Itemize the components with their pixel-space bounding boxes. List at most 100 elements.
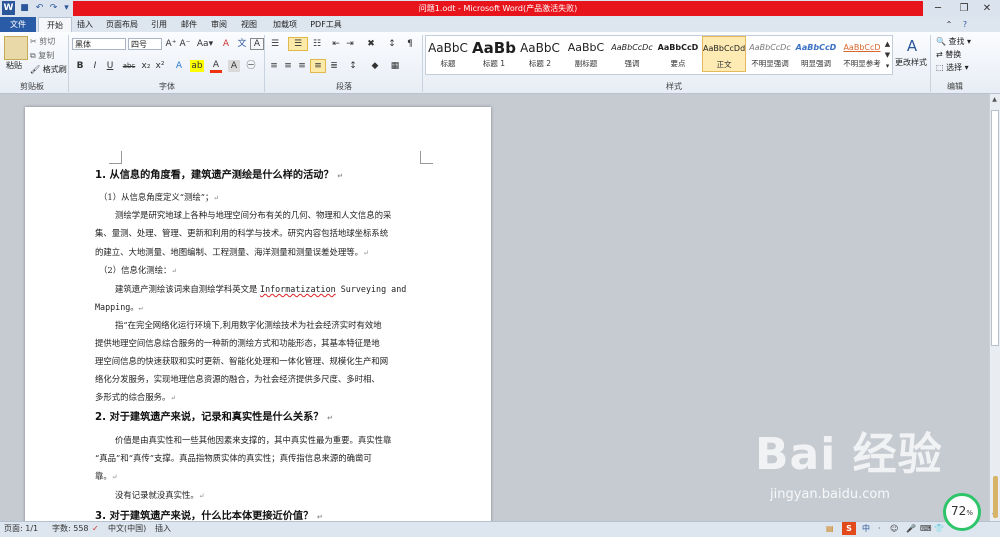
scroll-thumb[interactable] bbox=[991, 110, 999, 346]
style-subtitle[interactable]: AaBbC 副标题 bbox=[564, 36, 608, 72]
view-print-layout-icon[interactable]: ▤ bbox=[826, 522, 834, 535]
ribbon-collapse-icon[interactable]: ⌃ bbox=[942, 17, 956, 32]
enclose-characters-icon[interactable]: ㊀ bbox=[244, 60, 258, 72]
change-styles-button[interactable]: 更改样式 bbox=[895, 57, 927, 68]
proofing-icon[interactable]: ✓ bbox=[92, 522, 99, 535]
paragraph-line[interactable]: 靠。↵ bbox=[95, 470, 118, 483]
chinese-layout-icon[interactable]: ✖ bbox=[364, 38, 378, 50]
font-color-button[interactable]: A bbox=[210, 60, 222, 73]
paragraph-line[interactable]: 集、量测、处理、管理、更新和利用的科学与技术。研究内容包括地球坐标系统 bbox=[95, 227, 388, 239]
font-name-combo[interactable]: 黑体 bbox=[72, 38, 126, 50]
underline-button[interactable]: U bbox=[104, 60, 116, 72]
paragraph-line[interactable]: 多形式的综合服务。↵ bbox=[95, 391, 176, 404]
misspelled-term[interactable]: Informatization bbox=[260, 284, 336, 294]
character-border-icon[interactable]: A bbox=[250, 38, 264, 50]
cut-button[interactable]: ✂ 剪切 bbox=[30, 36, 55, 47]
paragraph-line[interactable]: 的建立、大地测量、地图编制、工程测量、海洋测量和测量误差处理等。↵ bbox=[95, 246, 369, 259]
ime-skin-icon[interactable]: 👕 bbox=[934, 522, 944, 535]
paragraph-line[interactable]: 建筑遗产测绘该词来自测绘学科英文是 Informatization Survey… bbox=[115, 283, 406, 295]
word-count[interactable]: 字数: 558 bbox=[52, 522, 89, 535]
style-title[interactable]: AaBbC 标题 bbox=[426, 36, 470, 72]
paragraph-line[interactable]: 测绘学是研究地球上各种与地理空间分布有关的几何、物理和人文信息的采 bbox=[115, 209, 391, 221]
paragraph-line[interactable]: 没有记录就没真实性。↵ bbox=[115, 489, 205, 502]
style-strong[interactable]: AaBbCcD 要点 bbox=[656, 36, 700, 72]
paragraph-line[interactable]: 提供地理空间信息综合服务的一种新的测绘方式和功能形态，其基本特征是地 bbox=[95, 337, 380, 349]
paragraph-line[interactable]: 络化分发服务，实现地理信息资源的融合，为社会经济提供多尺度、多时相、 bbox=[95, 373, 380, 385]
tab-mailings[interactable]: 邮件 bbox=[176, 17, 202, 32]
subscript-button[interactable]: x₂ bbox=[140, 60, 152, 72]
grow-font-icon[interactable]: A⁺ bbox=[165, 38, 177, 50]
undo-icon[interactable]: ↶ bbox=[33, 1, 46, 15]
tab-references[interactable]: 引用 bbox=[146, 17, 172, 32]
highlight-color-button[interactable]: ab bbox=[190, 60, 204, 72]
numbering-icon[interactable]: ☰ bbox=[288, 37, 308, 51]
paragraph-line[interactable]: Mapping。↵ bbox=[95, 301, 143, 314]
gallery-more-icon[interactable]: ▾ bbox=[884, 60, 891, 72]
tab-review[interactable]: 审阅 bbox=[206, 17, 232, 32]
find-button[interactable]: 🔍 查找 ▾ bbox=[936, 36, 971, 47]
tab-page-layout[interactable]: 页面布局 bbox=[102, 17, 142, 32]
style-subtle-reference[interactable]: AaBbCcD 不明显参考 bbox=[840, 36, 884, 72]
paragraph-line[interactable]: 理空间信息的快速获取和实时更新、智能化处理和一体化管理、规模化生产和网 bbox=[95, 355, 388, 367]
tab-insert[interactable]: 插入 bbox=[72, 17, 98, 32]
show-marks-icon[interactable]: ¶ bbox=[404, 38, 416, 50]
replace-button[interactable]: ⇄ 替换 bbox=[936, 49, 961, 60]
font-size-combo[interactable]: 四号 bbox=[128, 38, 162, 50]
sort-icon[interactable]: ↕ bbox=[386, 38, 398, 50]
paragraph-line[interactable]: 价值是由真实性和一些其他因素来支撑的，其中真实性最为重要。真实性靠 bbox=[115, 434, 391, 446]
style-heading2[interactable]: AaBbC 标题 2 bbox=[518, 36, 562, 72]
tab-pdf-tools[interactable]: PDF工具 bbox=[306, 17, 346, 32]
ime-voice-icon[interactable]: 🎤 bbox=[906, 522, 916, 535]
multilevel-list-icon[interactable]: ☷ bbox=[310, 38, 324, 50]
style-normal[interactable]: AaBbCcDd 正文 bbox=[702, 36, 746, 72]
phonetic-guide-icon[interactable]: 文 bbox=[236, 38, 248, 50]
ime-emoji-icon[interactable]: ☺ bbox=[890, 522, 898, 535]
increase-indent-icon[interactable]: ⇥ bbox=[344, 38, 356, 50]
distributed-icon[interactable]: ≣ bbox=[328, 60, 340, 72]
insert-mode[interactable]: 插入 bbox=[155, 522, 171, 535]
style-heading1[interactable]: AaBb 标题 1 bbox=[472, 36, 516, 72]
paragraph-line[interactable]: 指”在完全网络化运行环境下,利用数字化测绘技术为社会经济实时有效地 bbox=[115, 319, 382, 331]
heading-q1[interactable]: 1. 从信息的角度看，建筑遗产测绘是什么样的活动？ ↵ bbox=[95, 169, 343, 183]
tab-addins[interactable]: 加载项 bbox=[268, 17, 302, 32]
tab-home[interactable]: 开始 bbox=[38, 17, 72, 33]
language-indicator[interactable]: 中文(中国) bbox=[108, 522, 146, 535]
bold-button[interactable]: B bbox=[74, 60, 86, 72]
close-button[interactable]: ✕ bbox=[973, 0, 1000, 17]
shrink-font-icon[interactable]: A⁻ bbox=[179, 38, 191, 50]
heading-q2[interactable]: 2. 对于建筑遗产来说，记录和真实性是什么关系？ ↵ bbox=[95, 411, 333, 425]
ime-logo-icon[interactable]: S bbox=[842, 522, 856, 535]
italic-button[interactable]: I bbox=[89, 60, 101, 72]
select-button[interactable]: ⬚ 选择 ▾ bbox=[936, 62, 969, 73]
paragraph-line[interactable]: （1）从信息角度定义“测绘”；↵ bbox=[99, 191, 219, 204]
redo-icon[interactable]: ↷ bbox=[47, 1, 60, 15]
performance-gauge[interactable]: 72% bbox=[943, 493, 981, 531]
align-center-icon[interactable]: ≡ bbox=[282, 60, 294, 72]
format-painter-button[interactable]: 🖌 格式刷 bbox=[30, 64, 67, 75]
bullets-icon[interactable]: ☰ bbox=[268, 38, 282, 50]
paste-icon[interactable] bbox=[4, 36, 28, 60]
ime-chinese-icon[interactable]: 中 bbox=[862, 522, 870, 535]
minimize-button[interactable]: ─ bbox=[924, 0, 952, 17]
tab-file[interactable]: 文件 bbox=[0, 17, 36, 32]
shading-icon[interactable]: ◆ bbox=[368, 60, 382, 72]
page-count[interactable]: 页面: 1/1 bbox=[4, 522, 38, 535]
justify-icon[interactable]: ≡ bbox=[310, 59, 326, 73]
scroll-up-icon[interactable]: ▲ bbox=[990, 96, 999, 104]
align-left-icon[interactable]: ≡ bbox=[268, 60, 280, 72]
change-styles-icon[interactable]: A bbox=[900, 36, 924, 56]
character-shading-icon[interactable]: A bbox=[228, 60, 240, 72]
paragraph-line[interactable]: （2）信息化测绘：↵ bbox=[99, 264, 177, 277]
document-page[interactable]: 1. 从信息的角度看，建筑遗产测绘是什么样的活动？ ↵ （1）从信息角度定义“测… bbox=[25, 107, 491, 527]
save-icon[interactable]: ■ bbox=[18, 1, 31, 15]
help-icon[interactable]: ? bbox=[958, 17, 972, 32]
style-intense-emphasis[interactable]: AaBbCcD 明显强调 bbox=[794, 36, 838, 72]
customize-qat-icon[interactable]: ▾ bbox=[60, 1, 73, 15]
text-effects-icon[interactable]: A bbox=[172, 60, 186, 72]
borders-icon[interactable]: ▦ bbox=[388, 60, 402, 72]
clear-format-icon[interactable]: A bbox=[220, 38, 232, 50]
paste-button[interactable]: 粘贴 bbox=[6, 60, 22, 71]
word-app-icon[interactable]: W bbox=[2, 1, 15, 15]
line-spacing-icon[interactable]: ↕ bbox=[346, 60, 360, 72]
ime-punct-icon[interactable]: · bbox=[878, 522, 881, 535]
